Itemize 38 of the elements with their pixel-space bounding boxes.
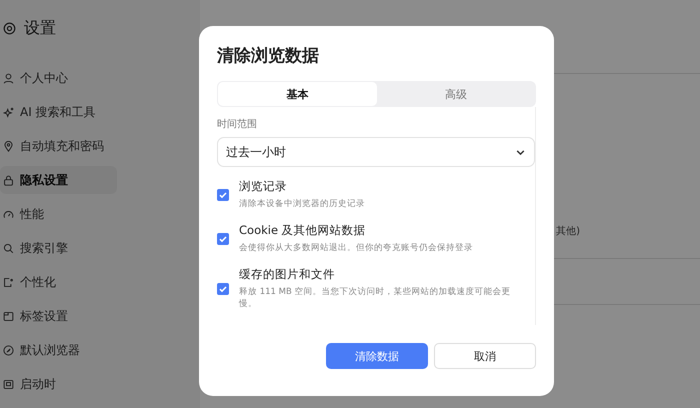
cancel-button[interactable]: 取消 — [434, 343, 536, 369]
startup-icon — [3, 378, 14, 390]
tab[interactable]: 高级 — [376, 82, 535, 106]
setting-text: 其他) — [556, 224, 580, 238]
sidebar-item[interactable]: 个人中心 — [0, 64, 117, 92]
window-icon — [3, 310, 14, 322]
sidebar-item[interactable]: 标签设置 — [0, 302, 117, 330]
dialog-title: 清除浏览数据 — [217, 45, 320, 68]
sidebar-item[interactable]: 启动时 — [0, 370, 117, 398]
compass-icon — [3, 344, 14, 356]
time-range-dropdown[interactable]: 过去一小时 — [217, 137, 535, 167]
option-title: 浏览记录 — [239, 179, 288, 194]
sidebar-item[interactable]: 性能 — [0, 200, 117, 228]
sidebar-item[interactable]: 默认浏览器 — [0, 336, 117, 364]
sidebar-item[interactable]: AI 搜索和工具 — [0, 98, 117, 126]
sidebar-item[interactable]: 个性化 — [0, 268, 117, 296]
sidebar-item[interactable]: 搜索引擎 — [0, 234, 117, 262]
field-label: 时间范围 — [217, 118, 258, 131]
sparkle-icon — [3, 106, 14, 118]
settings-title: 设置 — [24, 18, 56, 38]
settings-icon — [3, 22, 16, 34]
clear-data-button[interactable]: 清除数据 — [326, 343, 428, 369]
option-title: 缓存的图片和文件 — [239, 266, 336, 282]
tab[interactable]: 基本 — [218, 82, 376, 106]
sidebar-item[interactable]: 隐私设置 — [0, 166, 117, 194]
checkbox[interactable] — [217, 188, 229, 201]
search-icon — [3, 242, 14, 254]
option-description: 释放 111 MB 空间。当您下次访问时，某些网站的加载速度可能会更慢。 — [239, 286, 512, 311]
option-description: 清除本设备中浏览器的历史记录 — [239, 199, 366, 211]
checkbox[interactable] — [217, 232, 229, 245]
person-icon — [3, 72, 14, 84]
sidebar-item[interactable]: 自动填充和密码 — [0, 132, 117, 160]
gauge-icon — [3, 208, 14, 220]
lock-icon — [3, 174, 14, 186]
checkbox[interactable] — [217, 282, 229, 295]
option-description: 会使得你从大多数网站退出。但你的夸克账号仍会保持登录 — [239, 242, 474, 255]
option-title: Cookie 及其他网站数据 — [239, 222, 367, 238]
location-pin-icon — [3, 140, 14, 152]
